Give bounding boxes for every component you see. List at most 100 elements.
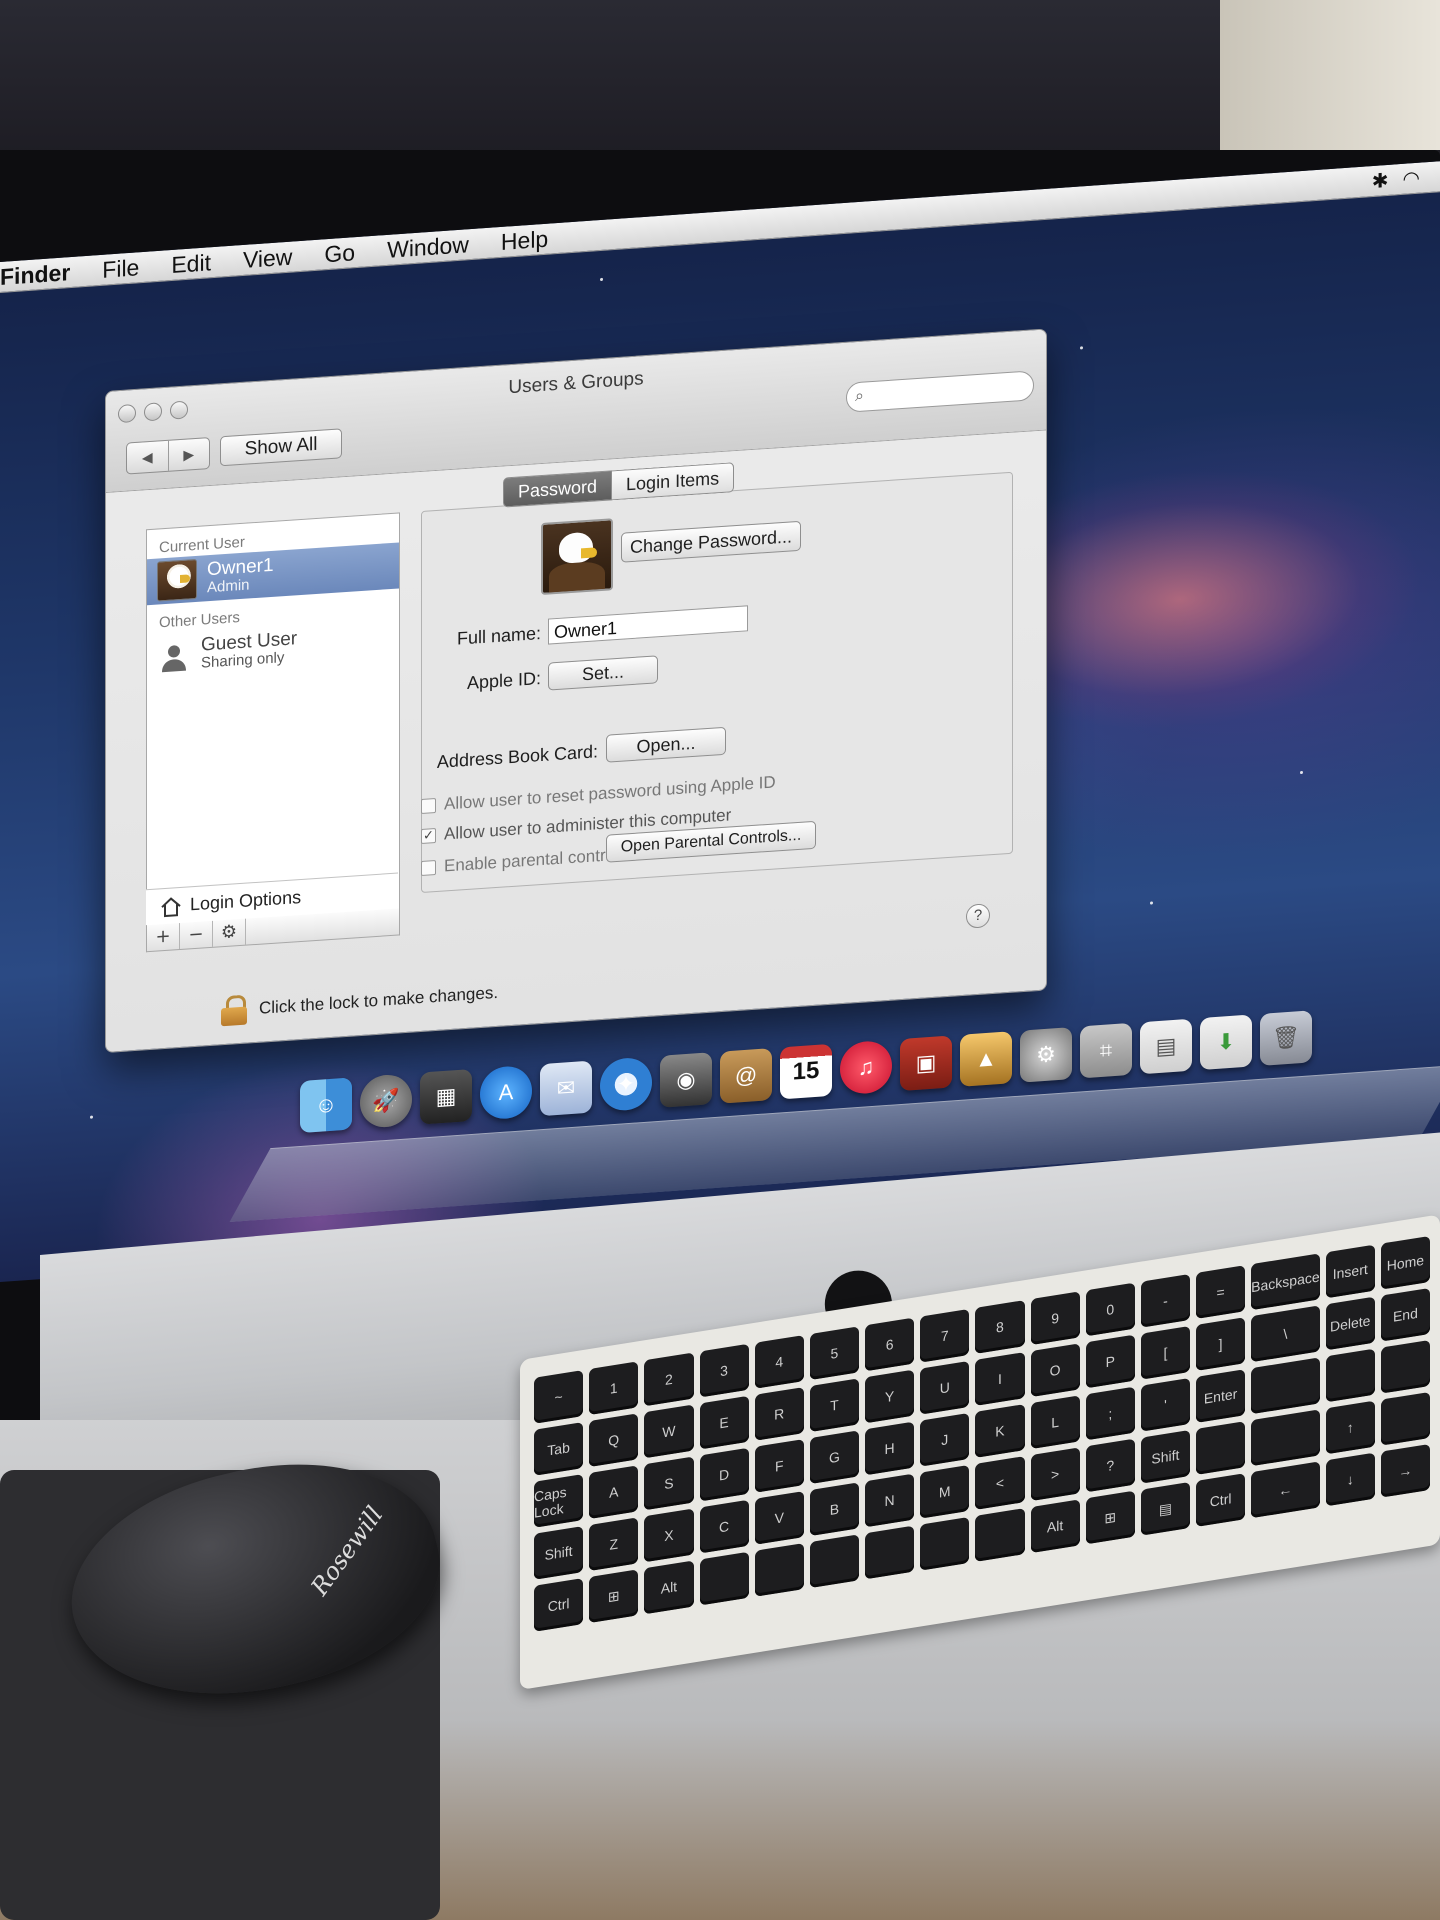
lock-icon[interactable] — [221, 994, 247, 1027]
menu-finder[interactable]: Finder — [0, 257, 86, 290]
show-all-button[interactable]: Show All — [220, 428, 342, 467]
keyboard-key: V — [754, 1491, 804, 1545]
iphoto-icon[interactable]: ▲ — [960, 1031, 1012, 1087]
search-icon: ⌕ — [855, 385, 864, 406]
keyboard-key: 2 — [644, 1352, 694, 1407]
keyboard-key: X — [644, 1508, 694, 1563]
menu-status-area: ✱ ◠ — [1372, 164, 1440, 194]
keyboard-key: A — [589, 1465, 639, 1520]
menu-window[interactable]: Window — [371, 230, 485, 265]
mission-control-icon[interactable]: ▦ — [420, 1068, 472, 1125]
add-user-button[interactable]: + — [147, 923, 180, 952]
help-button[interactable]: ? — [966, 903, 990, 929]
keyboard-key: R — [754, 1387, 804, 1441]
keyboard-key: Caps Lock — [534, 1473, 584, 1528]
eagle-picture-icon[interactable] — [541, 518, 613, 596]
keyboard-key: T — [809, 1378, 859, 1433]
keyboard-key: ↑ — [1325, 1400, 1375, 1455]
keyboard-key: 8 — [975, 1300, 1025, 1354]
users-groups-window: Users & Groups ◀ ▶ Show All ⌕ Current Us… — [105, 328, 1047, 1054]
keyboard-key: Insert — [1325, 1244, 1375, 1299]
preview-icon[interactable]: ⌗ — [1080, 1022, 1132, 1079]
keyboard-key: I — [975, 1352, 1025, 1406]
trash-icon[interactable]: 🗑 — [1260, 1010, 1312, 1066]
mouse-brand-logo: Rosewill — [305, 1501, 389, 1601]
keyboard-key: < — [975, 1456, 1025, 1510]
keyboard-key: Ctrl — [1196, 1473, 1246, 1527]
safari-icon[interactable]: ✦ — [600, 1056, 652, 1113]
keyboard-key: O — [1030, 1343, 1080, 1398]
wifi-icon[interactable]: ◠ — [1403, 165, 1420, 191]
checkmark-icon: ✓ — [421, 827, 436, 844]
keyboard-key: Shift — [534, 1525, 584, 1580]
downloads-icon[interactable]: ⬇ — [1200, 1014, 1252, 1071]
keyboard-key — [1380, 1339, 1430, 1394]
itunes-icon[interactable]: ♫ — [840, 1039, 892, 1096]
login-options-label: Login Options — [190, 886, 302, 915]
keyboard-key — [1196, 1421, 1246, 1475]
documents-icon[interactable]: ▤ — [1140, 1018, 1192, 1075]
user-list: Current User Owner1 Admin Other Users Gu… — [146, 512, 400, 928]
keyboard-key: ↓ — [1325, 1452, 1375, 1507]
menu-edit[interactable]: Edit — [155, 248, 227, 280]
launchpad-icon[interactable]: 🚀 — [360, 1073, 412, 1129]
keyboard-key: C — [699, 1499, 749, 1554]
keyboard-key: ⊞ — [589, 1569, 639, 1624]
keyboard-key: D — [699, 1447, 749, 1502]
checkbox-box — [421, 797, 436, 814]
keyboard-key: M — [920, 1464, 970, 1519]
keyboard-key — [865, 1525, 915, 1580]
search-field[interactable]: ⌕ — [846, 370, 1034, 413]
keyboard-key: End — [1380, 1287, 1430, 1342]
keyboard-key: F — [754, 1439, 804, 1493]
keyboard-key: 5 — [809, 1326, 859, 1381]
keyboard-key: S — [644, 1456, 694, 1511]
keyboard-key: Ctrl — [534, 1577, 584, 1632]
keyboard-key: K — [975, 1404, 1025, 1458]
menu-go[interactable]: Go — [308, 238, 371, 269]
mail-icon[interactable]: ✉ — [540, 1060, 592, 1117]
house-icon — [161, 896, 181, 917]
menu-file[interactable]: File — [86, 253, 155, 285]
menu-view[interactable]: View — [227, 242, 308, 275]
star — [1150, 901, 1153, 905]
calendar-icon[interactable]: 15 — [780, 1043, 832, 1100]
keyboard-key: 7 — [920, 1308, 970, 1363]
keyboard-key — [1325, 1348, 1375, 1403]
person-silhouette-icon — [157, 637, 191, 673]
keyboard-key: ' — [1140, 1377, 1190, 1432]
keyboard-key: \ — [1251, 1305, 1320, 1363]
remove-user-button[interactable]: − — [180, 920, 213, 950]
keyboard-key: H — [865, 1421, 915, 1476]
address-book-icon[interactable]: @ — [720, 1048, 772, 1104]
app-store-icon[interactable]: A — [480, 1064, 532, 1121]
keyboard-key: 6 — [865, 1317, 915, 1372]
gear-icon[interactable]: ⚙ — [213, 918, 246, 947]
menu-help[interactable]: Help — [485, 224, 564, 257]
keyboard-key: 9 — [1030, 1291, 1080, 1346]
photo-booth-icon[interactable]: ▣ — [900, 1035, 952, 1092]
keyboard-key: Tab — [534, 1421, 584, 1476]
forward-button[interactable]: ▶ — [169, 438, 210, 471]
star — [600, 277, 603, 282]
keyboard-key: N — [865, 1473, 915, 1528]
bluetooth-icon[interactable]: ✱ — [1372, 167, 1389, 193]
keyboard-key: L — [1030, 1395, 1080, 1450]
finder-icon[interactable]: ☺ — [300, 1077, 352, 1134]
back-button[interactable]: ◀ — [127, 440, 169, 474]
keyboard-key: ⊞ — [1085, 1490, 1135, 1545]
keyboard-key: Alt — [644, 1560, 694, 1615]
keyboard-key: ← — [1251, 1461, 1320, 1519]
keyboard-key: Delete — [1325, 1296, 1375, 1351]
facetime-icon[interactable]: ◉ — [660, 1052, 712, 1108]
keyboard-key: ; — [1085, 1386, 1135, 1441]
keyboard-key: ~ — [534, 1369, 584, 1424]
lock-area[interactable]: Click the lock to make changes. — [221, 978, 498, 1027]
keyboard-key: B — [809, 1482, 859, 1537]
keyboard-key: > — [1030, 1447, 1080, 1502]
keyboard-key: Q — [589, 1413, 639, 1468]
system-preferences-icon[interactable]: ⚙ — [1020, 1027, 1072, 1083]
keyboard-key: W — [644, 1404, 694, 1459]
keyboard-key: Y — [865, 1369, 915, 1424]
user-role: Admin — [207, 576, 250, 597]
